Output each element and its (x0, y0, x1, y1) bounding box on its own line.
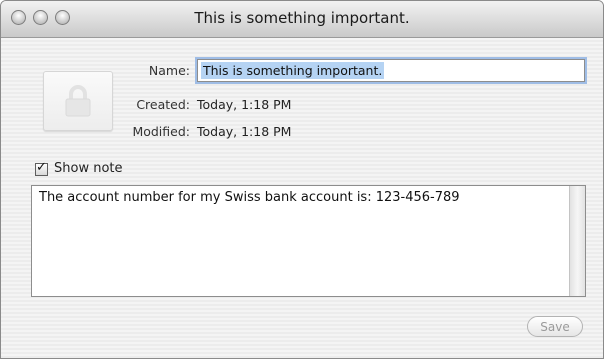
show-note-checkbox[interactable]: ✓ (35, 160, 48, 176)
name-label: Name: (148, 63, 190, 78)
created-value: Today, 1:18 PM (197, 97, 292, 112)
modified-value: Today, 1:18 PM (197, 124, 292, 139)
window-title: This is something important. (194, 9, 410, 27)
checkmark-icon: ✓ (36, 160, 47, 175)
name-field-value: This is something important. (201, 62, 385, 79)
lock-icon (65, 85, 91, 117)
note-text: The account number for my Swiss bank acc… (39, 190, 460, 205)
note-window: This is something important. Name: This … (0, 0, 604, 359)
created-label: Created: (136, 97, 190, 112)
note-textarea[interactable]: The account number for my Swiss bank acc… (31, 185, 586, 297)
modified-label: Modified: (132, 124, 190, 139)
show-note-label[interactable]: Show note (54, 161, 123, 176)
save-button[interactable]: Save (527, 316, 583, 337)
name-field[interactable]: This is something important. (197, 59, 585, 82)
title-bar[interactable]: This is something important. (1, 1, 603, 38)
note-scrollbar[interactable] (569, 186, 585, 296)
